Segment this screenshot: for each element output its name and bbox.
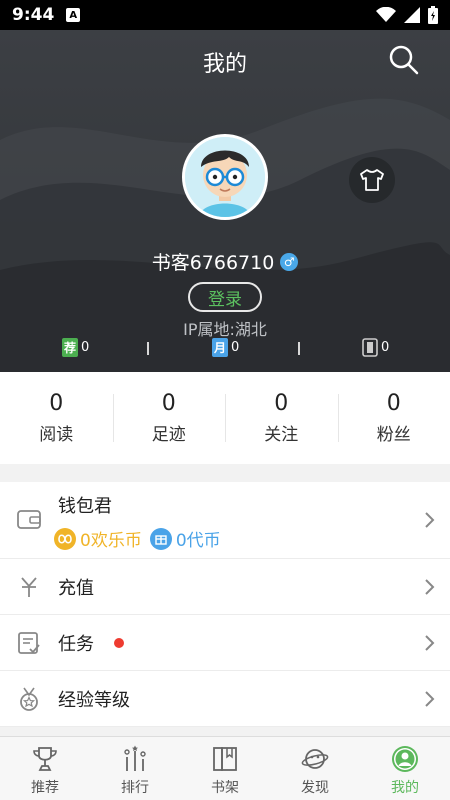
happy-coin-balance: 0欢乐币 — [54, 526, 142, 551]
status-bar: 9:44 A — [0, 0, 450, 30]
blade-ticket-count: 0 — [381, 340, 390, 355]
recommend-ticket-count: 0 — [81, 340, 90, 355]
menu-list: 钱包君 0欢乐币 0代币 充值 任务 经验等级 — [0, 482, 450, 727]
voucher-icon — [149, 527, 172, 550]
tab-profile[interactable]: 我的 — [360, 737, 450, 800]
avatar[interactable] — [182, 134, 268, 220]
stat-following-value: 0 — [274, 391, 289, 416]
voucher-text: 0代币 — [175, 531, 221, 551]
stat-fans-label: 粉丝 — [376, 425, 411, 445]
recommend-ticket-icon: 荐 — [62, 338, 78, 357]
ticket-row: 荐 0 月 0 0 — [0, 338, 450, 360]
tab-recommend[interactable]: 推荐 — [0, 737, 90, 800]
wifi-icon — [376, 7, 396, 22]
wallet-label: 钱包君 — [58, 496, 112, 517]
stat-following-label: 关注 — [264, 425, 299, 445]
tab-ranking[interactable]: 排行 — [90, 737, 180, 800]
wallet-balances: 0欢乐币 0代币 — [54, 526, 221, 551]
avatar-cartoon-icon — [185, 137, 265, 217]
outfit-button[interactable] — [349, 157, 395, 203]
bookshelf-icon — [213, 747, 237, 771]
chevron-right-icon — [425, 578, 435, 595]
bottom-tab-bar: 推荐 排行 书架 发现 我的 — [0, 736, 450, 800]
tab-bookshelf[interactable]: 书架 — [180, 737, 270, 800]
trophy-icon — [33, 747, 57, 771]
stats-bar: 0 阅读 0 足迹 0 关注 0 粉丝 — [0, 372, 450, 464]
male-gender-icon: ♂ — [280, 252, 299, 271]
username: 书客6766710 — [151, 252, 275, 274]
happy-coin-text: 0欢乐币 — [80, 531, 142, 551]
stat-fans-value: 0 — [386, 391, 401, 416]
stat-reading-label: 阅读 — [39, 425, 74, 445]
voucher-balance: 0代币 — [149, 526, 221, 551]
page-title: 我的 — [202, 52, 247, 77]
medal-icon — [20, 687, 38, 711]
username-row: 书客6766710 ♂ — [0, 248, 450, 275]
stat-reading-value: 0 — [49, 391, 64, 416]
stat-following[interactable]: 0 关注 — [225, 372, 338, 464]
monthly-ticket[interactable]: 月 0 — [212, 338, 239, 357]
menu-item-tasks[interactable]: 任务 — [0, 615, 450, 671]
menu-item-recharge[interactable]: 充值 — [0, 559, 450, 615]
tab-ranking-label: 排行 — [121, 780, 149, 796]
happy-coin-icon — [54, 527, 76, 550]
tab-recommend-label: 推荐 — [31, 780, 59, 796]
chevron-right-icon — [425, 634, 435, 651]
stat-footprints-label: 足迹 — [151, 425, 186, 445]
wallet-icon — [17, 510, 41, 529]
chevron-right-icon — [425, 512, 435, 528]
menu-item-level[interactable]: 经验等级 — [0, 671, 450, 727]
recommend-ticket[interactable]: 荐 0 — [62, 338, 89, 357]
planet-icon — [301, 749, 329, 769]
divider — [147, 342, 149, 355]
blade-ticket-icon — [362, 338, 378, 357]
blade-ticket[interactable]: 0 — [362, 338, 389, 357]
tab-bookshelf-label: 书架 — [211, 780, 239, 796]
profile-icon — [392, 746, 418, 772]
task-notification-dot — [114, 637, 124, 648]
ip-location: IP属地:湖北 — [183, 320, 267, 339]
search-icon[interactable] — [388, 44, 420, 76]
stat-footprints-value: 0 — [161, 391, 176, 416]
tab-discover[interactable]: 发现 — [270, 737, 360, 800]
monthly-ticket-icon: 月 — [212, 338, 228, 357]
stat-footprints[interactable]: 0 足迹 — [112, 372, 226, 464]
notification-a-icon: A — [66, 8, 81, 22]
status-time: 9:44 — [12, 5, 55, 25]
task-list-icon — [18, 631, 40, 654]
monthly-ticket-count: 0 — [231, 340, 240, 355]
signal-icon — [404, 7, 420, 23]
chevron-right-icon — [425, 690, 435, 707]
login-button[interactable]: 登录 — [188, 282, 262, 312]
level-label: 经验等级 — [58, 689, 130, 711]
divider — [298, 342, 300, 355]
tab-discover-label: 发现 — [301, 780, 329, 796]
yuan-icon — [21, 576, 37, 597]
recharge-label: 充值 — [58, 577, 94, 599]
tab-profile-label: 我的 — [391, 780, 419, 796]
tasks-label: 任务 — [58, 633, 94, 655]
menu-item-wallet[interactable]: 钱包君 0欢乐币 0代币 — [0, 482, 450, 559]
stat-fans[interactable]: 0 粉丝 — [337, 372, 450, 464]
status-icons — [376, 6, 438, 24]
stat-reading[interactable]: 0 阅读 — [0, 372, 113, 464]
battery-icon — [428, 6, 438, 24]
tshirt-icon — [360, 169, 384, 191]
profile-header: 我的 书客6766710 ♂ 登录 IP属地:湖北 荐 0 月 0 0 — [0, 30, 450, 372]
ranking-icon — [124, 745, 146, 771]
